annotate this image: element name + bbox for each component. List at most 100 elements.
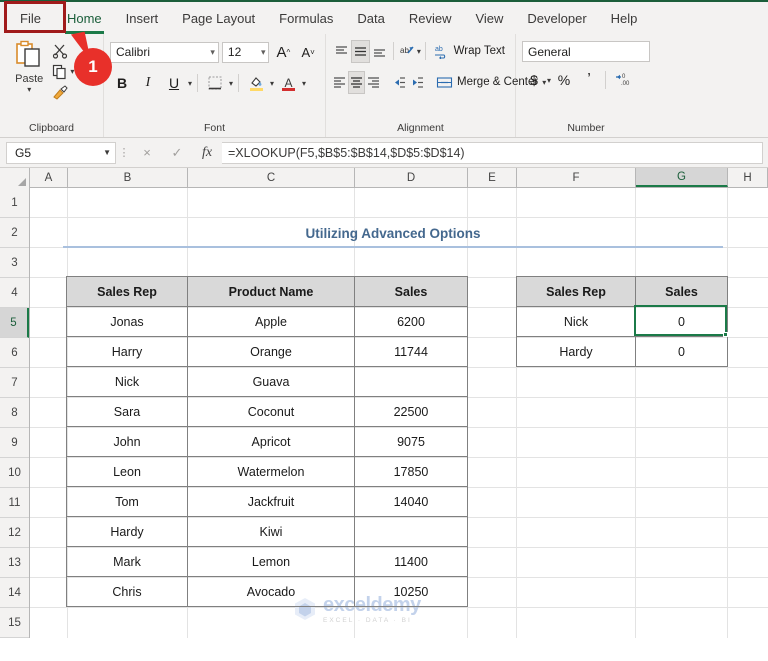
wrap-text-button[interactable]: ab Wrap Text: [430, 42, 509, 61]
table-row[interactable]: Jonas Apple 6200: [67, 307, 468, 337]
borders-button[interactable]: [203, 71, 227, 95]
cell-b11[interactable]: Tom: [67, 487, 188, 517]
row-header-10[interactable]: 10: [0, 458, 29, 488]
row-header-1[interactable]: 1: [0, 188, 29, 218]
cell-d12[interactable]: [355, 517, 468, 547]
percent-format-button[interactable]: %: [552, 69, 576, 92]
table-row[interactable]: Chris Avocado 10250: [67, 577, 468, 607]
cell-g5[interactable]: 0: [636, 307, 728, 337]
cell-c7[interactable]: Guava: [188, 367, 355, 397]
fill-color-button[interactable]: [244, 71, 268, 95]
increase-indent-button[interactable]: [407, 71, 424, 94]
cell-c10[interactable]: Watermelon: [188, 457, 355, 487]
cell-b10[interactable]: Leon: [67, 457, 188, 487]
row-header-9[interactable]: 9: [0, 428, 29, 458]
align-left-button[interactable]: [332, 71, 347, 94]
cell-d8[interactable]: 22500: [355, 397, 468, 427]
font-name-combobox[interactable]: Calibri ▾: [110, 42, 219, 63]
number-format-combobox[interactable]: General: [522, 41, 650, 62]
table-row[interactable]: Sara Coconut 22500: [67, 397, 468, 427]
underline-chevron-down-icon[interactable]: ▾: [188, 79, 192, 88]
cell-f5[interactable]: Nick: [517, 307, 636, 337]
font-color-chevron-down-icon[interactable]: ▾: [302, 79, 306, 88]
column-header-b[interactable]: B: [68, 168, 188, 187]
decrease-decimal-button[interactable]: 0 .00: [610, 69, 634, 92]
cell-b7[interactable]: Nick: [67, 367, 188, 397]
orientation-button[interactable]: ab: [398, 40, 416, 63]
cell-g6[interactable]: 0: [636, 337, 728, 367]
ribbon-tab-page-layout[interactable]: Page Layout: [170, 5, 267, 32]
formula-input[interactable]: =XLOOKUP(F5,$B$5:$B$14,$D$5:$D$14): [222, 142, 763, 164]
font-name-chevron-down-icon[interactable]: ▾: [210, 47, 215, 58]
cell-b13[interactable]: Mark: [67, 547, 188, 577]
row-header-4[interactable]: 4: [0, 278, 29, 308]
paste-chevron-down-icon[interactable]: ▾: [27, 85, 31, 94]
comma-format-button[interactable]: ’: [577, 69, 601, 92]
bold-button[interactable]: B: [110, 71, 134, 95]
decrease-indent-button[interactable]: [389, 71, 406, 94]
cell-d11[interactable]: 14040: [355, 487, 468, 517]
cell-c8[interactable]: Coconut: [188, 397, 355, 427]
column-header-c[interactable]: C: [188, 168, 355, 187]
orientation-chevron-down-icon[interactable]: ▾: [417, 47, 421, 56]
row-header-15[interactable]: 15: [0, 608, 29, 638]
cells-area[interactable]: Utilizing Advanced Options exceldemy EXC…: [30, 188, 768, 638]
table-row[interactable]: Hardy Kiwi: [67, 517, 468, 547]
cell-b12[interactable]: Hardy: [67, 517, 188, 547]
cell-b8[interactable]: Sara: [67, 397, 188, 427]
align-middle-button[interactable]: [351, 40, 370, 63]
cell-c9[interactable]: Apricot: [188, 427, 355, 457]
name-box[interactable]: G5 ▼: [6, 142, 116, 164]
table-row[interactable]: John Apricot 9075: [67, 427, 468, 457]
ribbon-tab-formulas[interactable]: Formulas: [267, 5, 345, 32]
ribbon-tab-file[interactable]: File: [6, 5, 55, 32]
enter-icon[interactable]: ✓: [162, 142, 192, 164]
cell-b5[interactable]: Jonas: [67, 307, 188, 337]
table-row[interactable]: Nick Guava: [67, 367, 468, 397]
paste-button[interactable]: Paste ▾: [6, 38, 52, 122]
row-header-7[interactable]: 7: [0, 368, 29, 398]
ribbon-tab-help[interactable]: Help: [599, 5, 650, 32]
column-header-a[interactable]: A: [30, 168, 68, 187]
cell-c12[interactable]: Kiwi: [188, 517, 355, 547]
increase-font-size-button[interactable]: A^: [272, 41, 294, 63]
currency-chevron-down-icon[interactable]: ▾: [547, 76, 551, 85]
cell-d10[interactable]: 17850: [355, 457, 468, 487]
row-header-8[interactable]: 8: [0, 398, 29, 428]
row-header-3[interactable]: 3: [0, 248, 29, 278]
cell-c11[interactable]: Jackfruit: [188, 487, 355, 517]
cell-b9[interactable]: John: [67, 427, 188, 457]
column-header-e[interactable]: E: [468, 168, 517, 187]
font-color-button[interactable]: A: [276, 71, 300, 95]
borders-chevron-down-icon[interactable]: ▾: [229, 79, 233, 88]
cell-f6[interactable]: Hardy: [517, 337, 636, 367]
column-header-g[interactable]: G: [636, 168, 728, 187]
table-row[interactable]: Nick 0: [517, 307, 728, 337]
ribbon-tab-home[interactable]: Home: [55, 5, 114, 32]
cell-c13[interactable]: Lemon: [188, 547, 355, 577]
cell-d7[interactable]: [355, 367, 468, 397]
table-row[interactable]: Mark Lemon 11400: [67, 547, 468, 577]
decrease-font-size-button[interactable]: A˅: [297, 41, 319, 63]
ribbon-tab-developer[interactable]: Developer: [515, 5, 598, 32]
cell-d6[interactable]: 11744: [355, 337, 468, 367]
fill-color-chevron-down-icon[interactable]: ▾: [270, 79, 274, 88]
italic-button[interactable]: I: [136, 71, 160, 95]
ribbon-tab-review[interactable]: Review: [397, 5, 464, 32]
currency-format-button[interactable]: $: [522, 69, 546, 92]
row-header-14[interactable]: 14: [0, 578, 29, 608]
row-header-6[interactable]: 6: [0, 338, 29, 368]
ribbon-tab-view[interactable]: View: [463, 5, 515, 32]
column-header-h[interactable]: H: [728, 168, 768, 187]
row-header-5[interactable]: 5: [0, 308, 29, 338]
font-size-combobox[interactable]: 12 ▾: [222, 42, 270, 63]
insert-function-icon[interactable]: fx: [192, 142, 222, 164]
cell-d9[interactable]: 9075: [355, 427, 468, 457]
row-header-2[interactable]: 2: [0, 218, 29, 248]
row-header-12[interactable]: 12: [0, 518, 29, 548]
table-row[interactable]: Harry Orange 11744: [67, 337, 468, 367]
row-header-13[interactable]: 13: [0, 548, 29, 578]
align-top-button[interactable]: [332, 40, 350, 63]
font-size-chevron-down-icon[interactable]: ▾: [261, 47, 266, 58]
cell-b6[interactable]: Harry: [67, 337, 188, 367]
